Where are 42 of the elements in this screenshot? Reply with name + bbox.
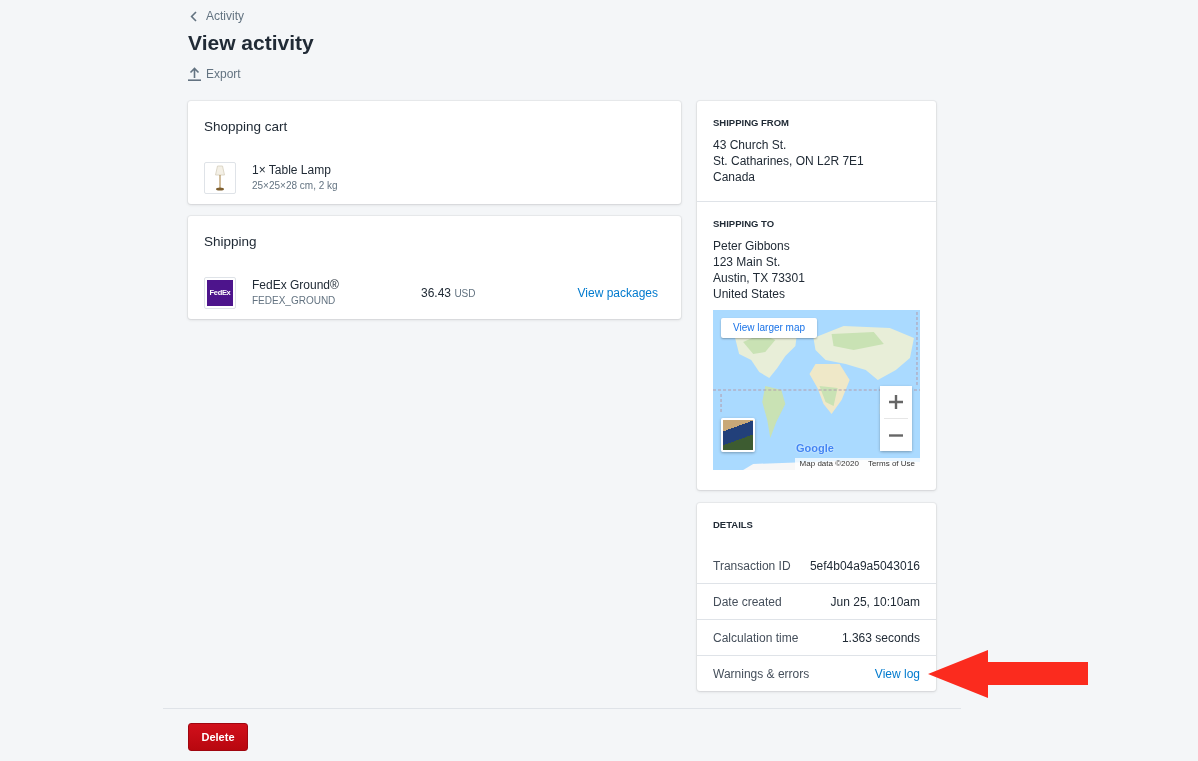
- detail-label: Date created: [713, 593, 782, 611]
- address-line: 123 Main St.: [713, 254, 782, 270]
- view-larger-map-button[interactable]: View larger map: [721, 318, 818, 338]
- address-line: Austin, TX 73301: [713, 270, 806, 286]
- detail-value: Jun 25, 10:10am: [830, 593, 920, 611]
- address-line: 43 Church St.: [713, 137, 788, 153]
- zoom-in-button[interactable]: [880, 386, 912, 418]
- map-attribution: Map data ©2020: [799, 458, 859, 470]
- card-title: Shopping cart: [204, 118, 289, 136]
- plus-icon: [889, 395, 903, 409]
- view-packages-link[interactable]: View packages: [577, 285, 658, 301]
- page-title: View activity: [188, 30, 315, 56]
- terms-of-use-link[interactable]: Terms of Use: [867, 458, 915, 470]
- product-details: 25×25×28 cm, 2 kg: [252, 179, 338, 193]
- address-line: St. Catharines, ON L2R 7E1: [713, 153, 865, 169]
- detail-label: Calculation time: [713, 629, 799, 647]
- section-heading: SHIPPING FROM: [713, 117, 790, 129]
- detail-value: 5ef4b04a9a5043016: [809, 557, 920, 575]
- map-logo: Google: [796, 441, 834, 455]
- rate-price: 36.43 USD: [421, 284, 476, 302]
- product-name: 1× Table Lamp: [252, 162, 332, 178]
- address-line: Canada: [713, 169, 757, 185]
- zoom-out-button[interactable]: [880, 419, 912, 451]
- view-log-link[interactable]: View log: [874, 665, 920, 682]
- breadcrumb-link[interactable]: Activity: [188, 6, 244, 26]
- address-line: Peter Gibbons: [713, 238, 791, 254]
- address-line: United States: [713, 286, 787, 302]
- card-title: Shipping: [204, 233, 258, 251]
- detail-label: Transaction ID: [713, 557, 791, 575]
- upload-icon: [188, 67, 201, 81]
- export-button[interactable]: Export: [188, 64, 241, 84]
- detail-value: 1.363 seconds: [841, 629, 920, 647]
- chevron-left-icon: [190, 10, 197, 22]
- delete-button[interactable]: Delete: [188, 723, 248, 751]
- service-code: FEDEX_GROUND: [252, 294, 337, 308]
- satellite-thumbnail[interactable]: [721, 418, 755, 452]
- lamp-icon: [214, 165, 226, 191]
- detail-label: Warnings & errors: [713, 665, 810, 683]
- section-heading: DETAILS: [713, 519, 754, 531]
- minus-icon: [889, 433, 903, 437]
- service-name: FedEx Ground®: [252, 277, 340, 293]
- section-heading: SHIPPING TO: [713, 218, 776, 230]
